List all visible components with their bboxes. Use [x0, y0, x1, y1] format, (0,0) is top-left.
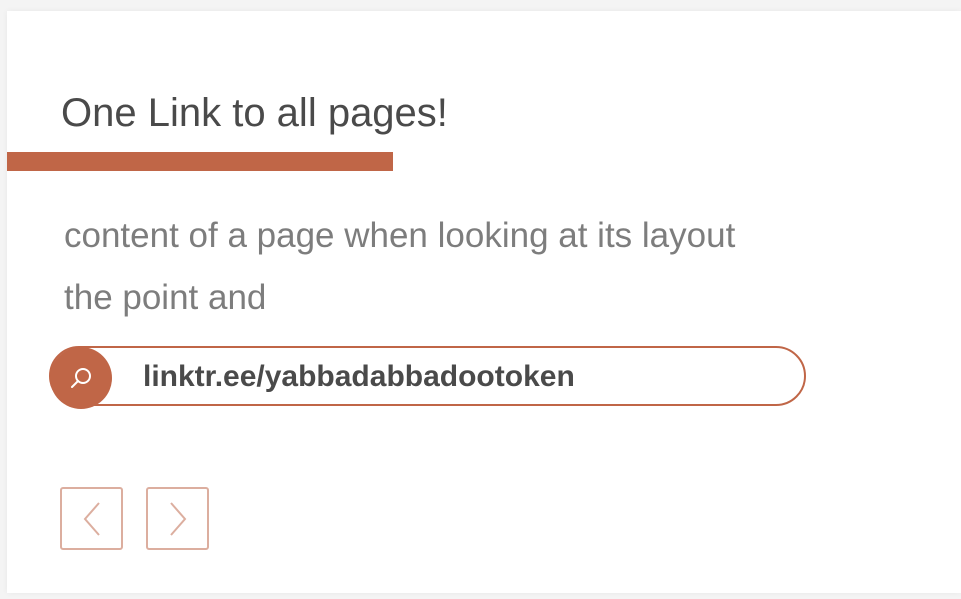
card-description: content of a page when looking at its la… [64, 205, 924, 329]
description-line: content of a page when looking at its la… [64, 216, 736, 255]
previous-button[interactable] [60, 487, 123, 550]
chevron-right-icon [169, 501, 186, 536]
content-card: One Link to all pages! content of a page… [7, 11, 961, 593]
title-underline-bar [7, 152, 393, 171]
search-icon[interactable] [50, 347, 112, 409]
chevron-left-icon [83, 501, 100, 536]
next-button[interactable] [146, 487, 209, 550]
description-line: the point and [64, 278, 267, 317]
search-icon-glyph [71, 368, 91, 388]
card-title: One Link to all pages! [61, 91, 448, 135]
link-url-text[interactable]: linktr.ee/yabbadabbadootoken [143, 362, 575, 392]
link-pill[interactable]: linktr.ee/yabbadabbadootoken [49, 346, 806, 409]
